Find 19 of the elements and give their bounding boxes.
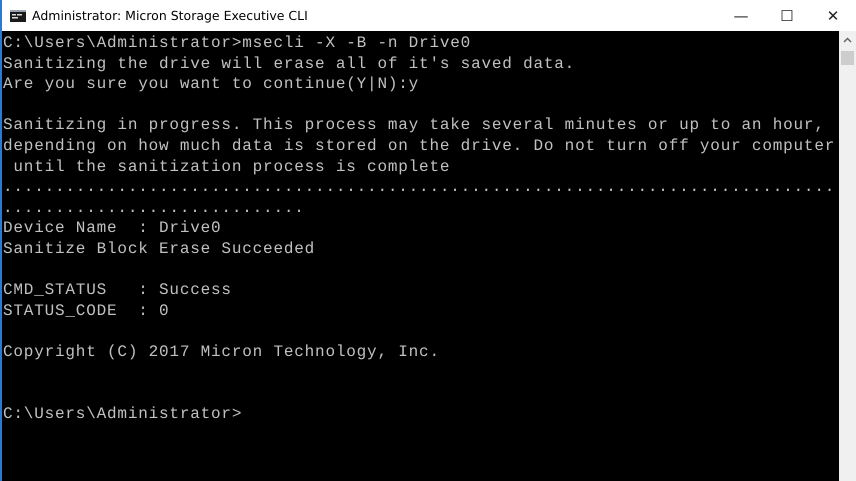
scroll-thumb[interactable] [841, 51, 854, 65]
console-line: C:\Users\Administrator>msecli -X -B -n Drive0 [3, 33, 472, 54]
console-line: Device Name : Drive0 [3, 218, 222, 239]
console-icon [10, 10, 26, 22]
console-line: Copyright (C) 2017 Micron Technology, Inc. [3, 342, 441, 362]
console-line: depending on how much data is stored on the drive. Do not turn off your computer [3, 136, 836, 157]
scrollbar[interactable] [839, 31, 856, 481]
console-line: Are you sure you want to continue(Y|N):y [3, 74, 420, 95]
console-line: ............................. [3, 198, 306, 218]
console-line: Sanitizing the drive will erase all of it's saved data. [3, 54, 576, 74]
console-line: until the sanitization process is complete [12, 156, 452, 178]
window-title: Administrator: Micron Storage Executive CLI [32, 8, 308, 23]
console-line: Sanitize Block Erase Succeeded [3, 238, 316, 260]
console-line: STATUS_CODE : 0 [3, 300, 170, 322]
console-line: ................................................................................ [3, 177, 836, 198]
console-line: CMD_STATUS : Success [3, 280, 233, 301]
scroll-up-icon[interactable] [843, 37, 852, 43]
console-line: Sanitizing in progress. This process may take several minutes or up to an hour, [3, 115, 826, 136]
console-line: C:\Users\Administrator> [3, 404, 244, 424]
